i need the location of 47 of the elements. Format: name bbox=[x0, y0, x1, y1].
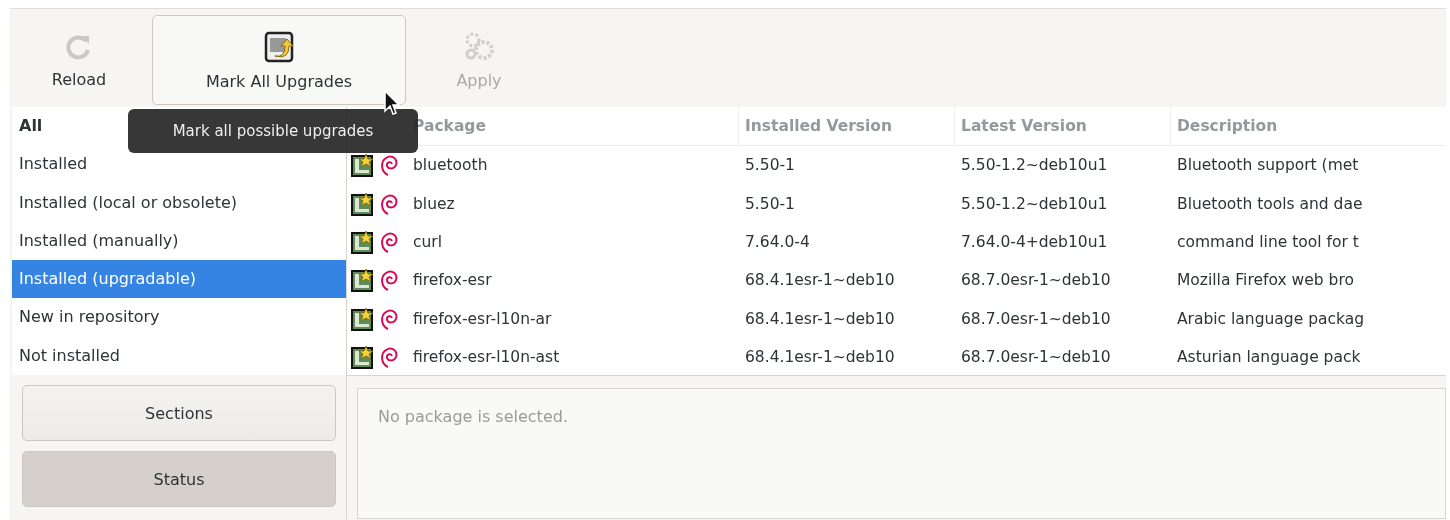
view-button[interactable]: Status bbox=[22, 451, 336, 507]
installed-version: 5.50-1 bbox=[744, 156, 796, 175]
installed-version: 68.4.1esr-1~deb10 bbox=[744, 309, 896, 328]
package-name: firefox-esr-l10n-ar bbox=[412, 309, 553, 328]
filter-item[interactable]: New in repository bbox=[12, 298, 346, 337]
package-description: Bluetooth tools and dae bbox=[1176, 194, 1364, 213]
latest-version: 7.64.0-4+deb10u1 bbox=[960, 233, 1109, 252]
swirl-logo-icon bbox=[379, 153, 399, 178]
tooltip: Mark all possible upgrades bbox=[128, 109, 418, 153]
upgradable-status-icon bbox=[351, 230, 375, 255]
package-description: Bluetooth support (met bbox=[1176, 156, 1360, 175]
package-name: bluez bbox=[412, 194, 456, 213]
package-name: bluetooth bbox=[412, 156, 489, 175]
toolbar-button[interactable]: Reload bbox=[14, 15, 144, 105]
filter-item[interactable]: Installed (local or obsolete) bbox=[12, 183, 346, 222]
upgradable-status-icon bbox=[351, 191, 375, 216]
latest-version: 68.7.0esr-1~deb10 bbox=[960, 271, 1112, 290]
swirl-logo-icon bbox=[379, 306, 399, 331]
installed-version: 5.50-1 bbox=[744, 194, 796, 213]
package-upgrade-icon bbox=[263, 29, 295, 64]
package-description: Asturian language pack bbox=[1176, 347, 1362, 366]
filter-item[interactable]: Not installed bbox=[12, 336, 346, 375]
package-description: Mozilla Firefox web bro bbox=[1176, 271, 1355, 290]
installed-version: 7.64.0-4 bbox=[744, 233, 811, 252]
upgradable-status-icon bbox=[351, 268, 375, 293]
upgradable-status-icon bbox=[351, 306, 375, 331]
swirl-logo-icon bbox=[379, 268, 399, 293]
swirl-logo-icon bbox=[379, 230, 399, 255]
filter-item[interactable]: Installed (manually) bbox=[12, 221, 346, 261]
package-name: curl bbox=[412, 233, 444, 252]
package-description: Arabic language packag bbox=[1176, 309, 1366, 328]
package-name: firefox-esr bbox=[412, 271, 493, 290]
swirl-logo-icon bbox=[379, 191, 399, 216]
swirl-logo-icon bbox=[379, 344, 399, 369]
upgradable-status-icon bbox=[351, 153, 375, 178]
upgradable-status-icon bbox=[351, 344, 375, 369]
latest-version: 68.7.0esr-1~deb10 bbox=[960, 347, 1112, 366]
filter-item[interactable]: Installed (upgradable) bbox=[12, 260, 346, 299]
installed-version: 68.4.1esr-1~deb10 bbox=[744, 271, 896, 290]
latest-version: 5.50-1.2~deb10u1 bbox=[960, 156, 1109, 175]
latest-version: 68.7.0esr-1~deb10 bbox=[960, 309, 1112, 328]
toolbar-button[interactable]: Mark All Upgrades bbox=[152, 15, 406, 105]
package-description: command line tool for t bbox=[1176, 233, 1360, 252]
package-name: firefox-esr-l10n-ast bbox=[412, 347, 561, 366]
latest-version: 5.50-1.2~deb10u1 bbox=[960, 194, 1109, 213]
view-button[interactable]: Sections bbox=[22, 385, 336, 441]
installed-version: 68.4.1esr-1~deb10 bbox=[744, 347, 896, 366]
